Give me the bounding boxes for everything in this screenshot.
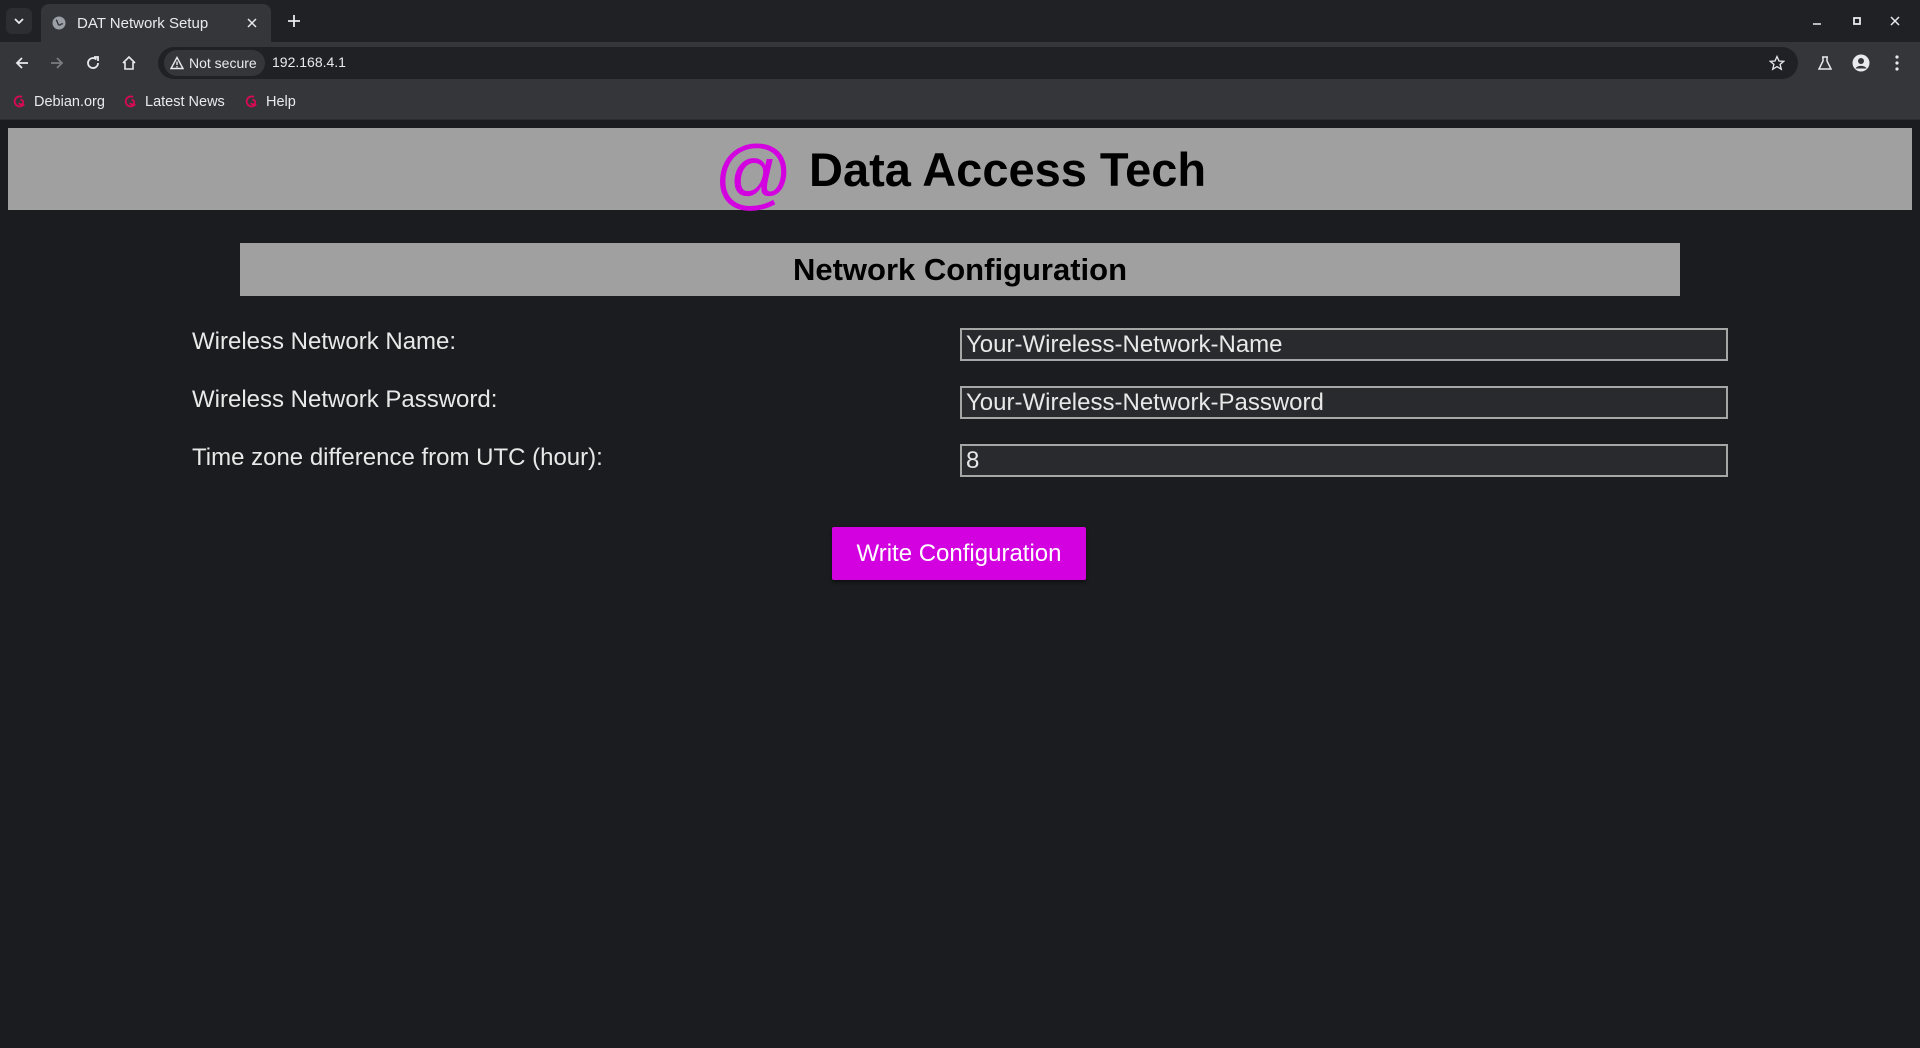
bookmarks-bar: Debian.org Latest News Help xyxy=(0,84,1920,120)
bookmark-help[interactable]: Help xyxy=(244,90,296,114)
reload-icon xyxy=(87,56,99,69)
page-content: @ Data Access Tech Network Configuration… xyxy=(0,120,1920,1048)
warning-icon xyxy=(170,56,184,70)
back-button[interactable] xyxy=(7,48,37,78)
timezone-input[interactable] xyxy=(960,444,1728,477)
bookmark-label: Latest News xyxy=(145,94,225,110)
browser-toolbar: Not secure 192.168.4.1 xyxy=(0,42,1920,84)
section-header: Network Configuration xyxy=(240,243,1680,296)
timezone-label: Time zone difference from UTC (hour): xyxy=(192,444,603,471)
brand-name: Data Access Tech xyxy=(809,142,1207,196)
address-bar[interactable]: Not secure 192.168.4.1 xyxy=(158,47,1798,79)
globe-icon xyxy=(52,16,66,30)
bookmark-label: Debian.org xyxy=(34,94,105,110)
tab-title: DAT Network Setup xyxy=(77,14,209,32)
network-name-label: Wireless Network Name: xyxy=(192,328,457,355)
bookmark-latest-news[interactable]: Latest News xyxy=(123,90,225,114)
plus-icon xyxy=(288,15,300,27)
star-icon xyxy=(1769,55,1785,71)
tab-search-button[interactable] xyxy=(6,8,32,34)
profile-button[interactable] xyxy=(1846,48,1876,78)
back-arrow-icon xyxy=(15,57,28,69)
network-password-input[interactable] xyxy=(960,386,1728,419)
close-tab-button[interactable] xyxy=(243,14,261,32)
forward-arrow-icon xyxy=(51,57,64,69)
minimize-button[interactable] xyxy=(1804,8,1830,34)
bookmark-label: Help xyxy=(266,94,296,110)
network-password-label: Wireless Network Password: xyxy=(192,386,498,413)
browser-menu-button[interactable] xyxy=(1882,48,1912,78)
browser-tab[interactable]: DAT Network Setup xyxy=(41,4,271,42)
profile-icon xyxy=(1852,54,1870,72)
debian-swirl-icon xyxy=(124,95,136,108)
bookmark-debian[interactable]: Debian.org xyxy=(12,90,105,114)
url-text[interactable]: 192.168.4.1 xyxy=(272,54,346,70)
write-configuration-button[interactable]: Write Configuration xyxy=(832,527,1086,580)
logo-at-symbol: @ xyxy=(713,129,794,217)
home-icon xyxy=(122,55,136,70)
maximize-icon xyxy=(1853,17,1861,25)
forward-button[interactable] xyxy=(42,48,72,78)
site-info-chip[interactable]: Not secure xyxy=(164,50,265,76)
debian-swirl-icon xyxy=(245,95,257,108)
maximize-button[interactable] xyxy=(1844,8,1870,34)
network-name-input[interactable] xyxy=(960,328,1728,361)
reload-button[interactable] xyxy=(78,48,108,78)
new-tab-button[interactable] xyxy=(282,9,306,33)
brand-header: @ Data Access Tech xyxy=(8,128,1912,214)
minimize-icon xyxy=(1813,23,1821,25)
kebab-menu-icon xyxy=(1895,55,1899,71)
chevron-down-icon xyxy=(14,18,24,25)
close-icon xyxy=(247,18,257,28)
home-button[interactable] xyxy=(114,48,144,78)
flask-icon xyxy=(1817,56,1833,70)
close-icon xyxy=(1890,16,1900,26)
section-title: Network Configuration xyxy=(792,251,1128,287)
close-window-button[interactable] xyxy=(1882,8,1908,34)
labs-button[interactable] xyxy=(1810,48,1840,78)
bookmark-star-button[interactable] xyxy=(1766,52,1788,74)
debian-swirl-icon xyxy=(13,95,25,108)
security-label: Not secure xyxy=(189,55,257,71)
browser-tab-strip: DAT Network Setup xyxy=(0,0,1920,42)
